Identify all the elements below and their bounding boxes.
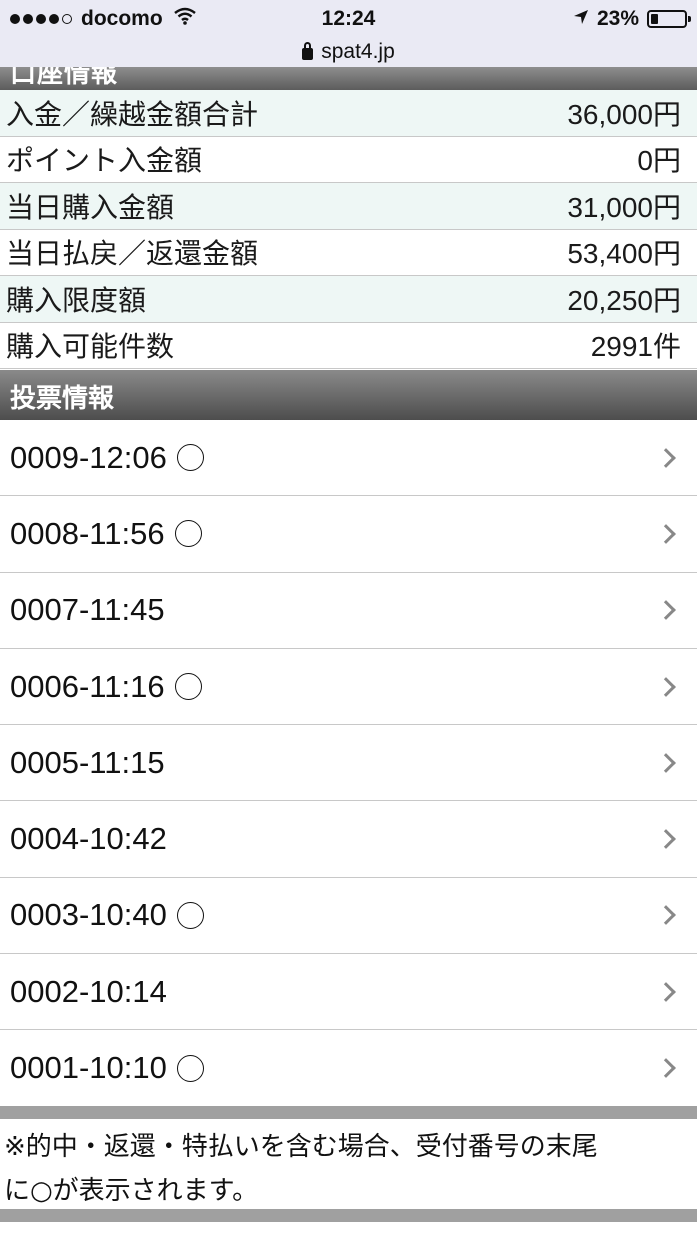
battery-level	[651, 14, 659, 24]
chevron-right-icon	[656, 447, 676, 468]
balance-value: 2991件	[590, 331, 681, 363]
address-bar[interactable]: spat4.jp	[0, 40, 697, 67]
balance-row: 入金／繰越金額合計 36,000円	[0, 90, 697, 137]
divider	[0, 1209, 697, 1222]
hit-circle-icon	[174, 520, 202, 548]
ticket-info: 0004-10:42	[10, 821, 167, 857]
ticket-info: 0005-11:15	[10, 745, 165, 781]
balance-label: 当日払戻／返還金額	[6, 237, 259, 271]
balance-label: 当日購入金額	[6, 190, 175, 224]
note-line-2: に○が表示されます。	[4, 1176, 259, 1206]
hit-circle-icon	[176, 444, 204, 472]
hit-mark-note: ※的中・返還・特払いを含む場合、受付番号の末尾 に○が表示されます。	[0, 1119, 697, 1209]
ticket-row[interactable]: 0002-10:14	[0, 954, 697, 1031]
ticket-number: 0008-11:56	[10, 515, 165, 551]
ticket-row[interactable]: 0003-10:40	[0, 877, 697, 955]
battery-icon	[647, 10, 691, 28]
balance-row: 購入限度額 20,250円	[0, 276, 697, 323]
ticket-info: 0002-10:14	[10, 974, 167, 1010]
balance-value: 0円	[637, 145, 681, 177]
ticket-number: 0009-12:06	[10, 439, 167, 475]
ticket-row[interactable]: 0008-11:56	[0, 496, 697, 573]
balance-label: 購入可能件数	[6, 330, 175, 364]
location-arrow-icon	[573, 7, 589, 31]
chevron-right-icon	[656, 981, 676, 1002]
ticket-info: 0003-10:40	[10, 897, 204, 933]
ticket-info: 0008-11:56	[10, 516, 202, 552]
balance-row: 当日購入金額 31,000円	[0, 183, 697, 230]
ticket-row[interactable]: 0007-11:45	[0, 572, 697, 649]
ticket-number: 0007-11:45	[10, 592, 165, 628]
chevron-right-icon	[656, 752, 676, 773]
balance-label: 購入限度額	[6, 283, 147, 317]
ticket-section-title: 投票情報	[10, 384, 115, 414]
ticket-list: 0009-12:06 0008-11:56 0007-11:45 0006-11:16…	[0, 420, 697, 1107]
chevron-right-icon	[656, 676, 676, 697]
battery-tip	[688, 16, 691, 22]
url-text: spat4.jp	[321, 40, 395, 63]
balance-value: 20,250円	[567, 284, 681, 316]
ticket-row[interactable]: 0004-10:42	[0, 801, 697, 878]
ticket-row[interactable]: 0006-11:16	[0, 648, 697, 726]
status-bar: docomo 12:24 23%	[0, 0, 697, 40]
ticket-section-header: 投票情報	[0, 370, 697, 420]
ticket-info: 0009-12:06	[10, 440, 204, 476]
balance-row: ポイント入金額 0円	[0, 137, 697, 183]
chevron-right-icon	[656, 1058, 676, 1078]
lock-icon	[302, 42, 314, 60]
ticket-row[interactable]: 0005-11:15	[0, 725, 697, 802]
ticket-info: 0001-10:10	[10, 1050, 204, 1086]
balance-value: 53,400円	[567, 238, 681, 270]
chevron-right-icon	[656, 600, 676, 621]
balance-row: 購入可能件数 2991件	[0, 323, 697, 369]
ticket-info: 0006-11:16	[10, 669, 202, 705]
chevron-right-icon	[656, 829, 676, 850]
hit-circle-icon	[174, 673, 202, 701]
account-section-header: 口座情報	[0, 67, 697, 90]
chevron-right-icon	[656, 905, 676, 926]
balance-value: 36,000円	[567, 98, 681, 130]
ticket-number: 0001-10:10	[10, 1050, 167, 1086]
ticket-row[interactable]: 0001-10:10	[0, 1030, 697, 1107]
battery-percent: 23%	[596, 7, 639, 30]
balance-table: 入金／繰越金額合計 36,000円 ポイント入金額 0円 当日購入金額 31,000円 当日…	[0, 90, 697, 369]
divider	[0, 1106, 697, 1119]
balance-row: 当日払戻／返還金額 53,400円	[0, 230, 697, 276]
hit-circle-icon	[176, 901, 204, 929]
account-section-title: 口座情報	[10, 67, 119, 89]
ticket-number: 0005-11:15	[10, 744, 165, 780]
ticket-number: 0006-11:16	[10, 668, 165, 704]
ticket-number: 0004-10:42	[10, 821, 167, 857]
ticket-number: 0003-10:40	[10, 897, 167, 933]
chevron-right-icon	[656, 524, 676, 544]
ticket-info: 0007-11:45	[10, 592, 165, 628]
ticket-row[interactable]: 0009-12:06	[0, 420, 697, 497]
balance-label: ポイント入金額	[6, 144, 203, 178]
ticket-number: 0002-10:14	[10, 973, 167, 1009]
balance-value: 31,000円	[567, 191, 681, 223]
hit-circle-icon	[176, 1054, 204, 1082]
note-line-1: ※的中・返還・特払いを含む場合、受付番号の末尾	[4, 1132, 598, 1162]
balance-label: 入金／繰越金額合計	[6, 97, 259, 131]
